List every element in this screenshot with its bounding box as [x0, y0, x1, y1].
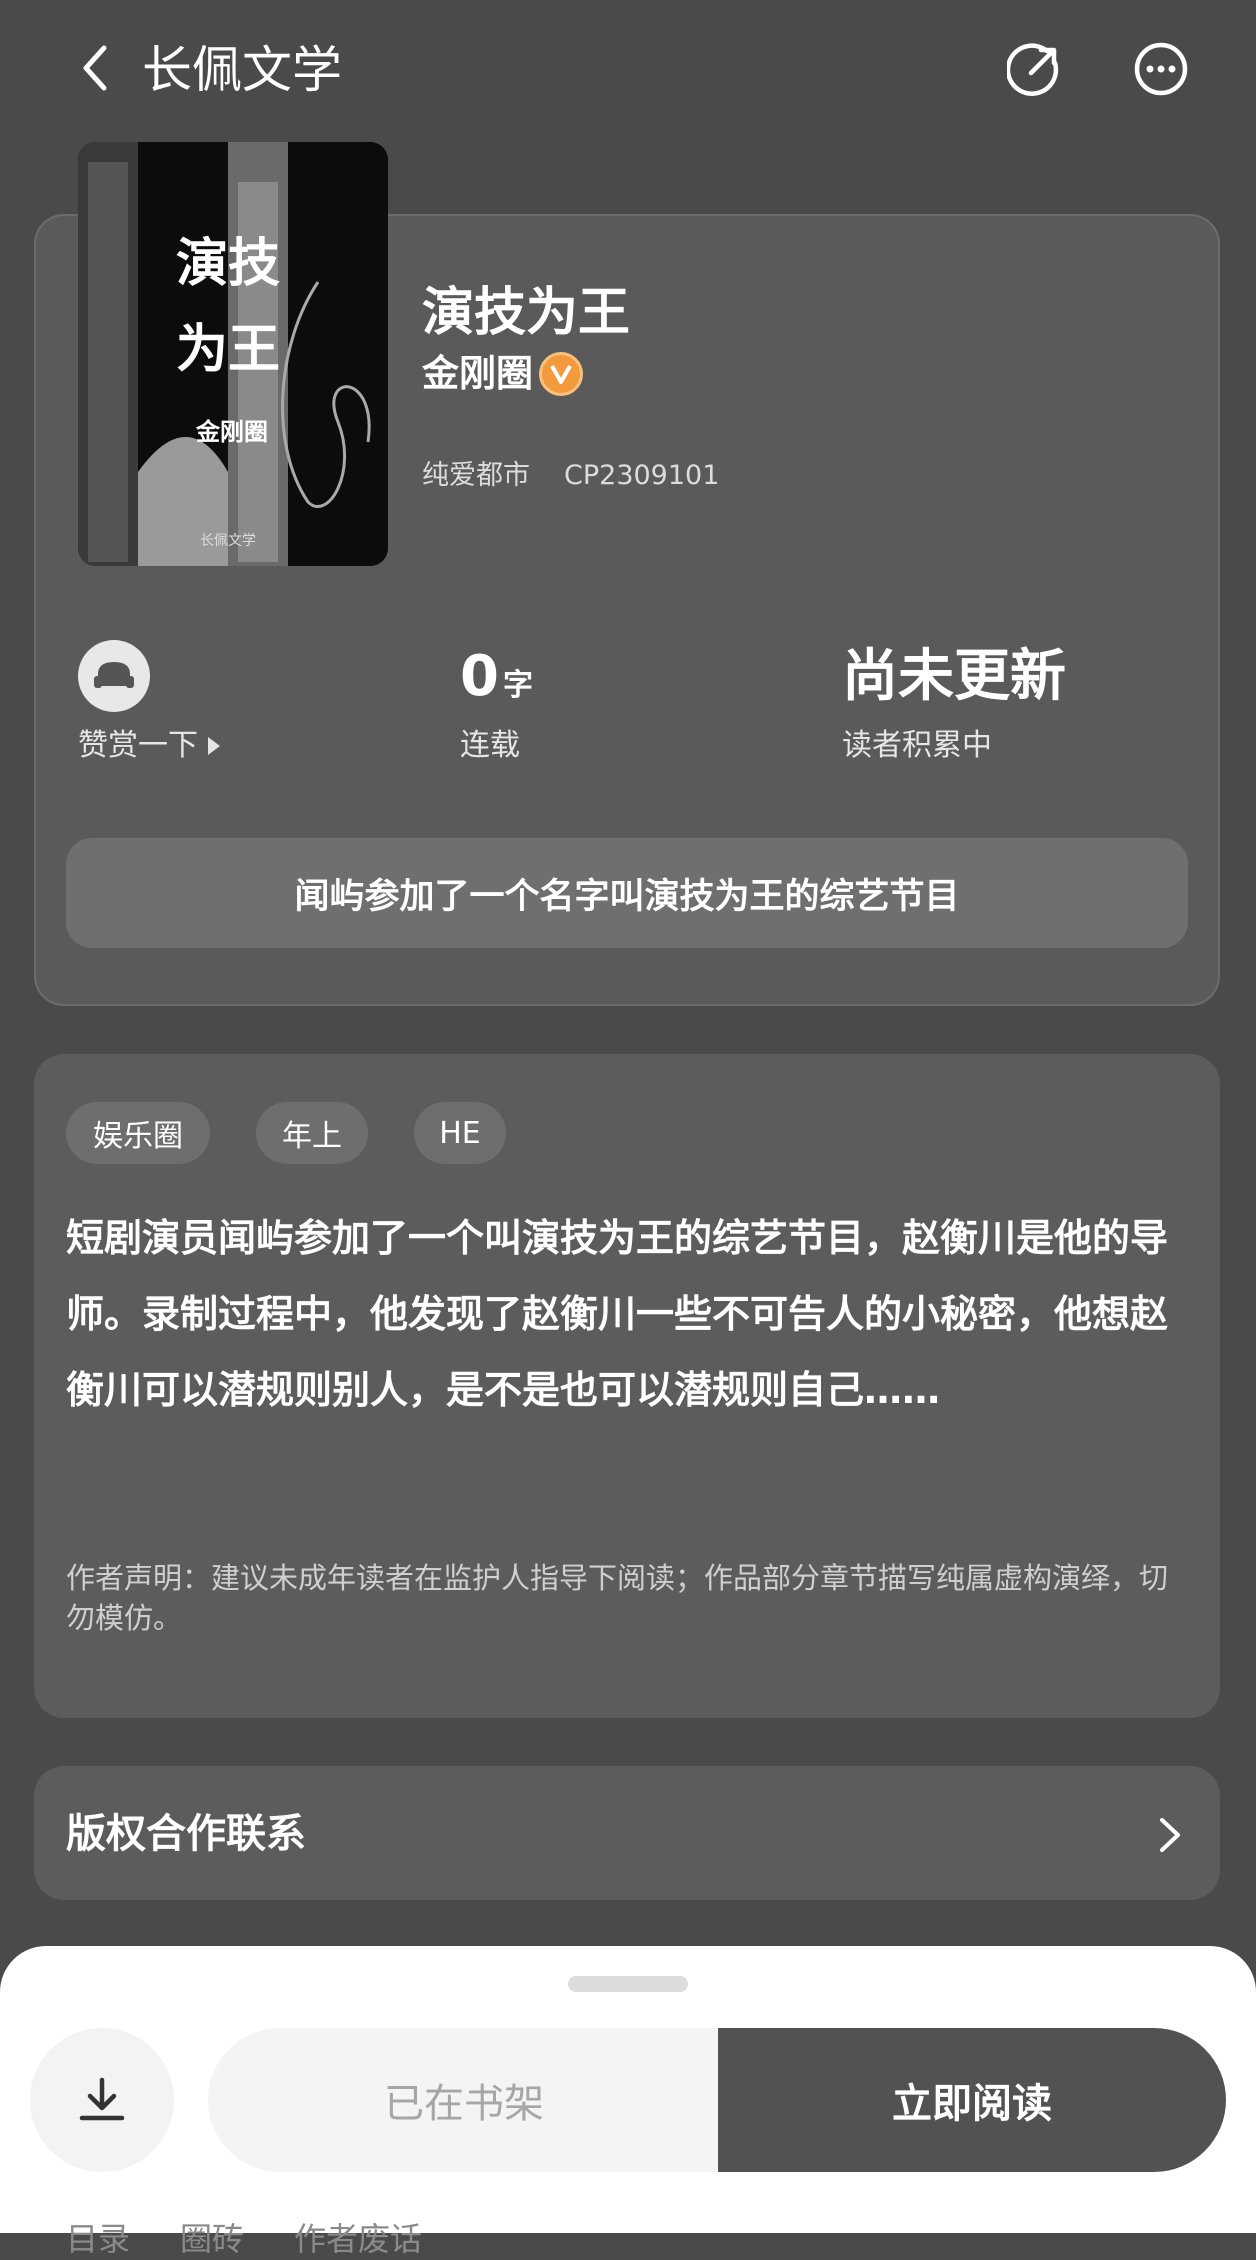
book-title: 演技为王 [422, 283, 631, 343]
book-intro: 短剧演员闻屿参加了一个叫演技为王的综艺节目，赵衡川是他的导师。录制过程中，他发现… [66, 1216, 1169, 1412]
sofa-icon [94, 662, 134, 688]
tip-label-row[interactable]: 赞赏一下 [78, 724, 224, 768]
download-icon [79, 2077, 125, 2121]
tip-label: 赞赏一下 [78, 728, 198, 763]
cover-brand: 长佩文学 [200, 533, 256, 549]
cover-title-line1: 演技 [176, 234, 281, 294]
download-button[interactable] [30, 2028, 174, 2172]
tagline-box: 闻屿参加了一个名字叫演技为王的综艺节目 [66, 838, 1188, 948]
word-count-unit: 字 [502, 668, 533, 703]
readers-label: 读者积累中 [842, 728, 992, 763]
cover-author: 金刚圈 [196, 418, 268, 446]
back-button[interactable] [70, 38, 120, 98]
word-count-value: 0 [460, 644, 499, 709]
more-button[interactable] [1130, 38, 1192, 100]
tag-item[interactable]: 年上 [256, 1102, 368, 1164]
word-count: 0 字 [460, 642, 533, 712]
more-icon [1134, 42, 1188, 96]
tag-item[interactable]: HE [414, 1102, 506, 1164]
bottom-tabs: 目录 圈砖 作者废话 [66, 2214, 422, 2260]
author-row[interactable]: 金刚圈 [422, 348, 583, 400]
tab-contents[interactable]: 目录 [66, 2214, 130, 2260]
chevron-right-icon [1150, 1810, 1190, 1860]
sheet-handle[interactable] [568, 1976, 688, 1992]
verified-badge-icon [539, 352, 583, 396]
play-triangle-icon [208, 737, 220, 755]
book-category: 纯爱都市 [422, 460, 530, 491]
app-title: 长佩文学 [142, 41, 342, 99]
cover-title-line2: 为王 [176, 320, 281, 380]
update-status: 尚未更新 [842, 644, 1066, 709]
book-cp-code: CP2309101 [564, 460, 720, 491]
tab-author-notes[interactable]: 作者废话 [294, 2214, 422, 2260]
tab-bricks[interactable]: 圈砖 [180, 2214, 244, 2260]
author-name: 金刚圈 [422, 352, 533, 395]
book-meta: 纯爱都市 CP2309101 [422, 456, 719, 496]
share-icon [1007, 43, 1059, 96]
tip-button[interactable] [78, 640, 150, 712]
book-cover[interactable]: 演技 为王 金刚圈 长佩文学 [78, 142, 388, 566]
back-arrow-icon [83, 45, 107, 91]
copyright-label: 版权合作联系 [66, 1811, 306, 1857]
read-now-button[interactable]: 立即阅读 [718, 2028, 1226, 2172]
serial-status-label: 连载 [460, 728, 520, 763]
on-shelf-button[interactable]: 已在书架 [208, 2028, 720, 2172]
share-button[interactable] [1004, 38, 1066, 100]
author-notice: 作者声明：建议未成年读者在监护人指导下阅读；作品部分章节描写纯属虚构演绎，切勿模… [66, 1561, 1169, 1635]
tag-item[interactable]: 娱乐圈 [66, 1102, 210, 1164]
